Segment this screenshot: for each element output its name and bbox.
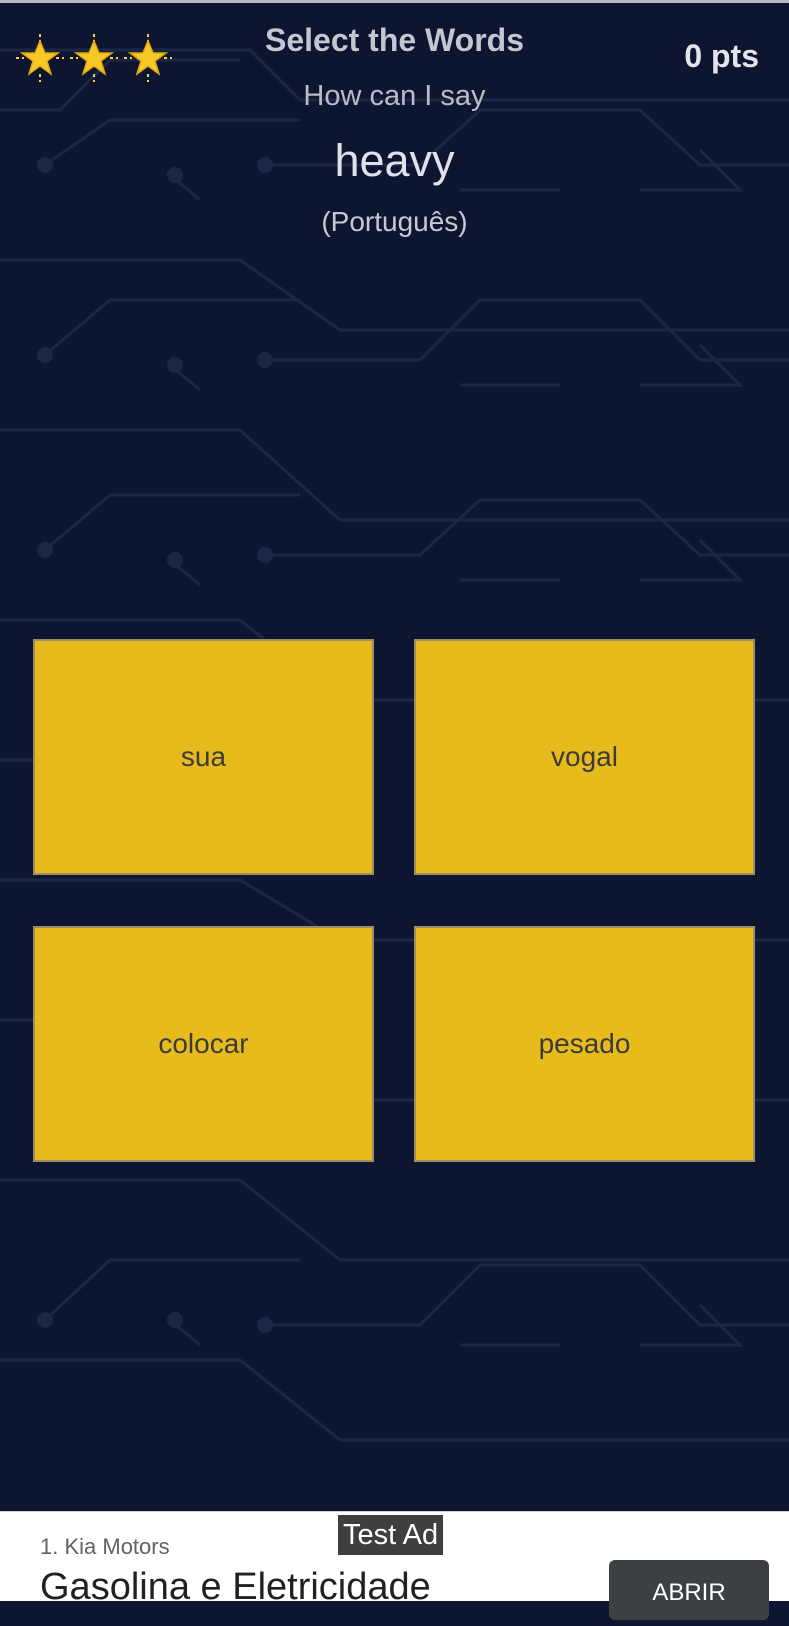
target-word: heavy [334, 135, 455, 186]
ad-headline[interactable]: Gasolina e Eletricidade [40, 1566, 431, 1609]
answer-option-colocar[interactable]: colocar [33, 926, 374, 1162]
ad-open-button[interactable]: ABRIR [609, 1560, 769, 1620]
answer-option-pesado[interactable]: pesado [414, 926, 755, 1162]
game-title: Select the Words [264, 22, 525, 58]
question-prompt: How can I say [303, 80, 486, 112]
test-ad-badge: Test Ad [337, 1514, 445, 1556]
ad-sponsor: 1. Kia Motors [40, 1534, 170, 1559]
answer-option-vogal[interactable]: vogal [414, 639, 755, 875]
answer-option-sua[interactable]: sua [33, 639, 374, 875]
score-display: 0 pts [684, 38, 759, 74]
target-language: (Português) [321, 206, 468, 237]
